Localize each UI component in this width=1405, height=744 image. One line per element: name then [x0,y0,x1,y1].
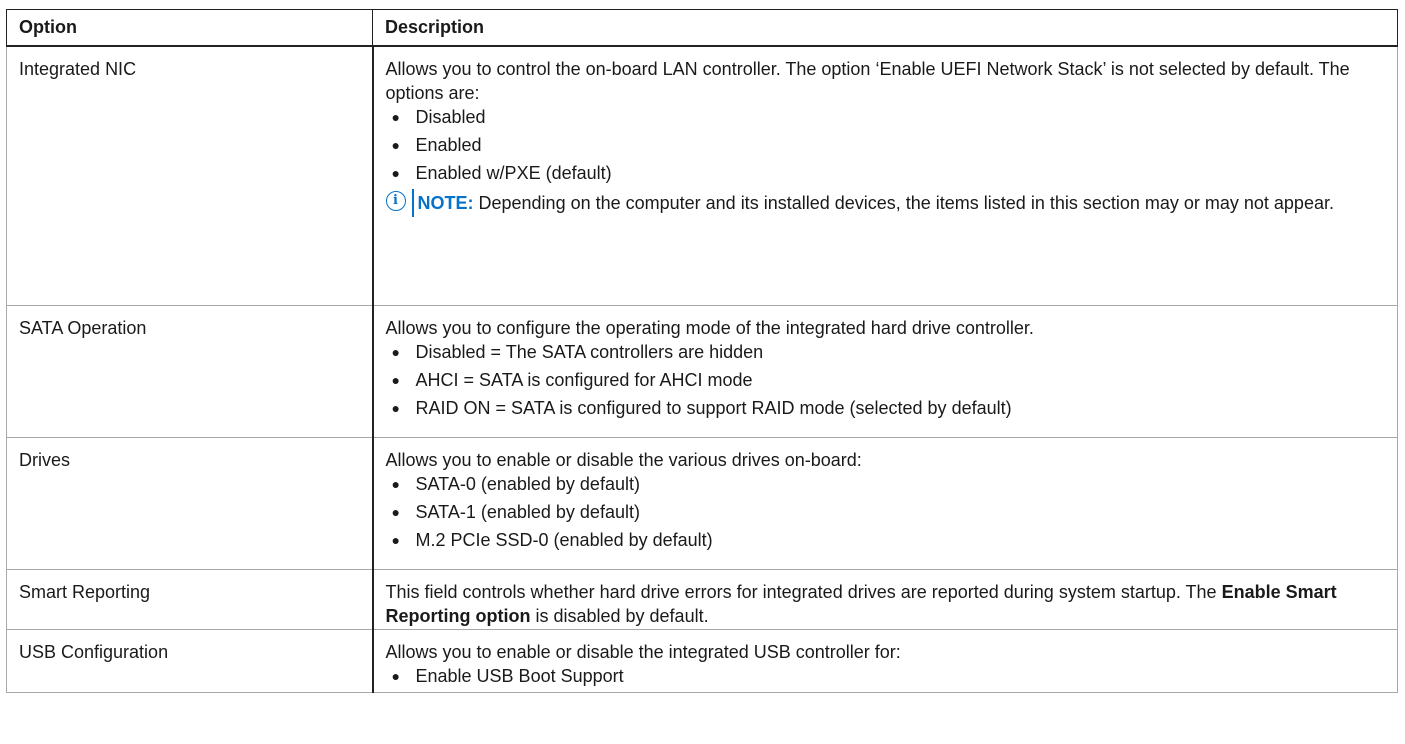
description-text: Allows you to enable or disable the inte… [385,642,901,662]
table-row: Smart Reporting This field controls whet… [6,569,1398,630]
header-description: Description [372,9,1398,47]
table-row: SATA Operation Allows you to configure t… [6,305,1398,438]
description-text: Allows you to configure the operating mo… [385,318,1034,338]
list-item: ● Disabled = The SATA controllers are hid… [391,342,764,362]
bullet-icon: ● [391,400,400,416]
list-item: ● M.2 PCIe SSD-0 (enabled by default) [391,530,713,550]
option-list: ● Disabled ● Enabled ● Enabled w/PXE (defau… [386,105,1386,185]
bullet-icon: ● [391,344,400,360]
option-list: ● Disabled = The SATA controllers are hid… [386,340,1386,420]
table-header-row: Option Description [6,9,1398,47]
list-item: ● Enabled w/PXE (default) [391,162,612,183]
list-item: ● AHCI = SATA is configured for AHCI mode [391,370,753,390]
option-description: Allows you to configure the operating mo… [371,305,1398,438]
option-name: SATA Operation [6,305,374,438]
option-name: Drives [6,437,374,570]
description-text: Allows you to enable or disable the vari… [385,450,862,470]
bullet-icon: ● [391,108,400,125]
bullet-icon: ● [391,532,400,548]
note-body: NOTE: Depending on the computer and its … [411,188,1334,217]
option-description: Allows you to enable or disable the vari… [371,437,1398,570]
option-list: ● Enable USB Boot Support [386,664,1386,688]
option-description: Allows you to enable or disable the inte… [371,629,1398,693]
bios-options-page: Option Description Integrated NIC Allows… [0,0,1405,744]
bullet-icon: ● [391,668,400,684]
note-text: Depending on the computer and its instal… [473,192,1334,213]
list-item: ● Enabled [391,134,482,155]
description-text: This field controls whether hard drive e… [385,582,1337,626]
description-text: Allows you to control the on-board LAN c… [385,58,1350,103]
bullet-icon: ● [391,164,400,181]
option-description: This field controls whether hard drive e… [371,569,1398,630]
table-row: USB Configuration Allows you to enable o… [6,629,1398,693]
list-item: ● Disabled [391,106,486,127]
note-label: NOTE: [417,192,474,213]
bullet-icon: ● [391,136,400,153]
list-item: ● Enable USB Boot Support [391,666,624,686]
option-name: Integrated NIC [6,45,374,306]
table-row: Integrated NIC Allows you to control the… [6,45,1398,306]
option-list: ● SATA-0 (enabled by default) ● SATA-1 (en… [386,472,1386,552]
option-description: Allows you to control the on-board LAN c… [371,45,1398,306]
table-row: Drives Allows you to enable or disable t… [6,437,1398,570]
list-item: ● SATA-1 (enabled by default) [391,502,640,522]
note-callout: i NOTE: Depending on the computer and it… [385,188,1386,217]
info-icon: i [385,190,406,211]
option-name: USB Configuration [6,629,374,693]
options-table: Option Description Integrated NIC Allows… [6,9,1398,693]
list-item: ● SATA-0 (enabled by default) [391,474,640,494]
option-name: Smart Reporting [6,569,374,630]
header-option: Option [6,9,373,47]
bullet-icon: ● [391,476,400,492]
bullet-icon: ● [391,372,400,388]
list-item: ● RAID ON = SATA is configured to support… [391,398,1012,418]
bullet-icon: ● [391,504,400,520]
